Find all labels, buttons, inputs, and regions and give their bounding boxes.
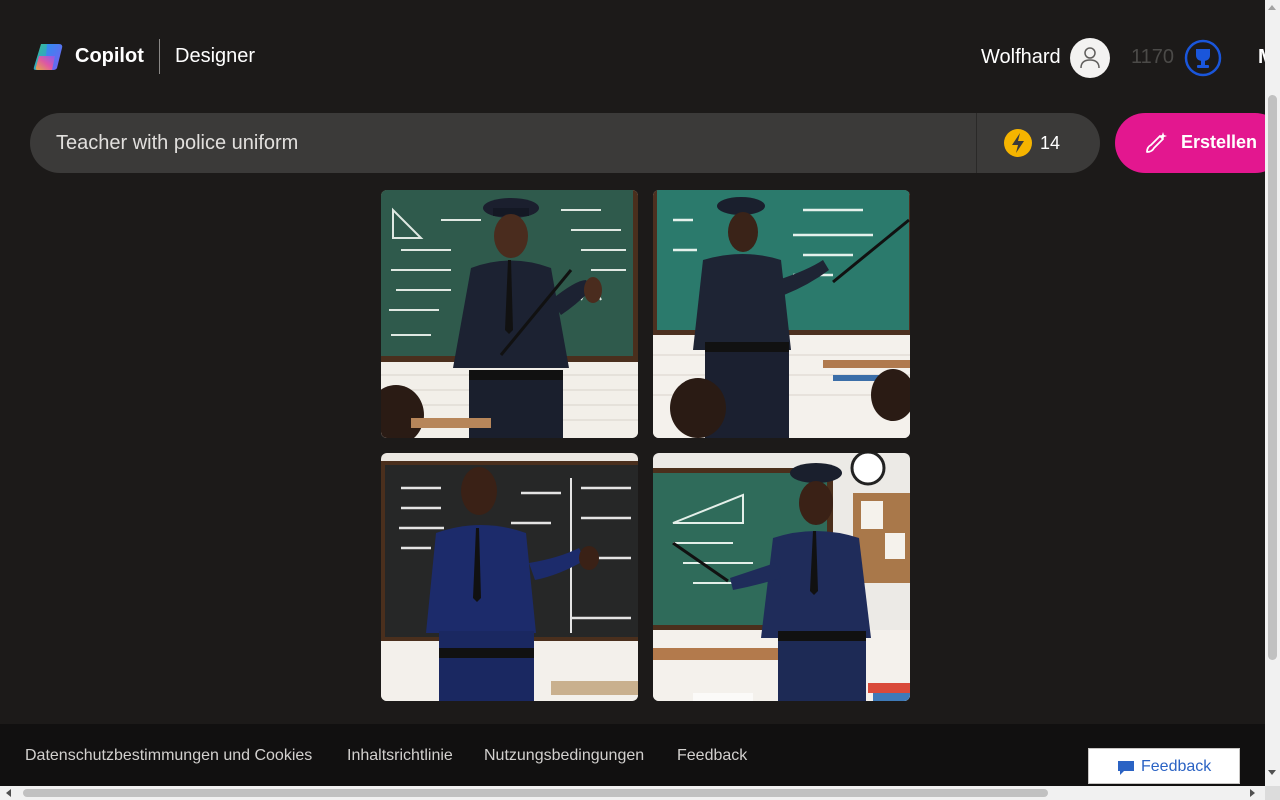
brand-divider — [159, 39, 160, 74]
footer-link-feedback[interactable]: Feedback — [677, 747, 747, 765]
generated-image-4[interactable] — [653, 453, 910, 701]
generated-image-2[interactable] — [653, 190, 910, 438]
horizontal-scroll-thumb[interactable] — [23, 789, 1048, 797]
lightning-icon[interactable] — [1003, 128, 1033, 158]
scroll-up-icon[interactable] — [1268, 5, 1276, 10]
copilot-logo-icon[interactable] — [33, 42, 65, 72]
create-button[interactable]: Erstellen — [1115, 113, 1280, 173]
feedback-button[interactable]: Feedback — [1088, 748, 1240, 784]
scroll-down-icon[interactable] — [1268, 770, 1276, 775]
brush-sparkle-icon — [1146, 132, 1167, 153]
footer-link-content-policy[interactable]: Inhaltsrichtlinie — [347, 747, 453, 765]
scrollbar-corner — [1265, 786, 1280, 800]
horizontal-scrollbar[interactable] — [0, 786, 1265, 800]
scroll-right-icon[interactable] — [1250, 789, 1255, 797]
prompt-divider — [976, 113, 977, 173]
prompt-bar: 14 — [30, 113, 1100, 173]
generated-image-1[interactable] — [381, 190, 638, 438]
footer: Datenschutzbestimmungen und Cookies Inha… — [0, 724, 1265, 786]
chat-bubble-icon — [1118, 761, 1134, 775]
avatar[interactable] — [1070, 38, 1110, 78]
boost-count: 14 — [1040, 133, 1061, 153]
generated-image-3[interactable] — [381, 453, 638, 701]
user-name[interactable]: Wolfhard — [981, 46, 1061, 69]
user-icon — [1080, 47, 1100, 69]
reward-points[interactable]: 1170 — [1131, 46, 1174, 69]
product-name[interactable]: Designer — [175, 45, 255, 68]
feedback-button-label: Feedback — [1141, 758, 1212, 775]
scroll-left-icon[interactable] — [6, 789, 11, 797]
trophy-icon[interactable] — [1184, 39, 1222, 77]
vertical-scroll-thumb[interactable] — [1268, 95, 1277, 660]
brand-name[interactable]: Copilot — [75, 45, 144, 68]
footer-link-terms[interactable]: Nutzungsbedingungen — [484, 747, 644, 765]
vertical-scrollbar[interactable] — [1265, 0, 1280, 786]
prompt-input[interactable] — [30, 113, 976, 173]
footer-link-privacy[interactable]: Datenschutzbestimmungen und Cookies — [25, 747, 312, 765]
create-button-label: Erstellen — [1181, 132, 1258, 152]
